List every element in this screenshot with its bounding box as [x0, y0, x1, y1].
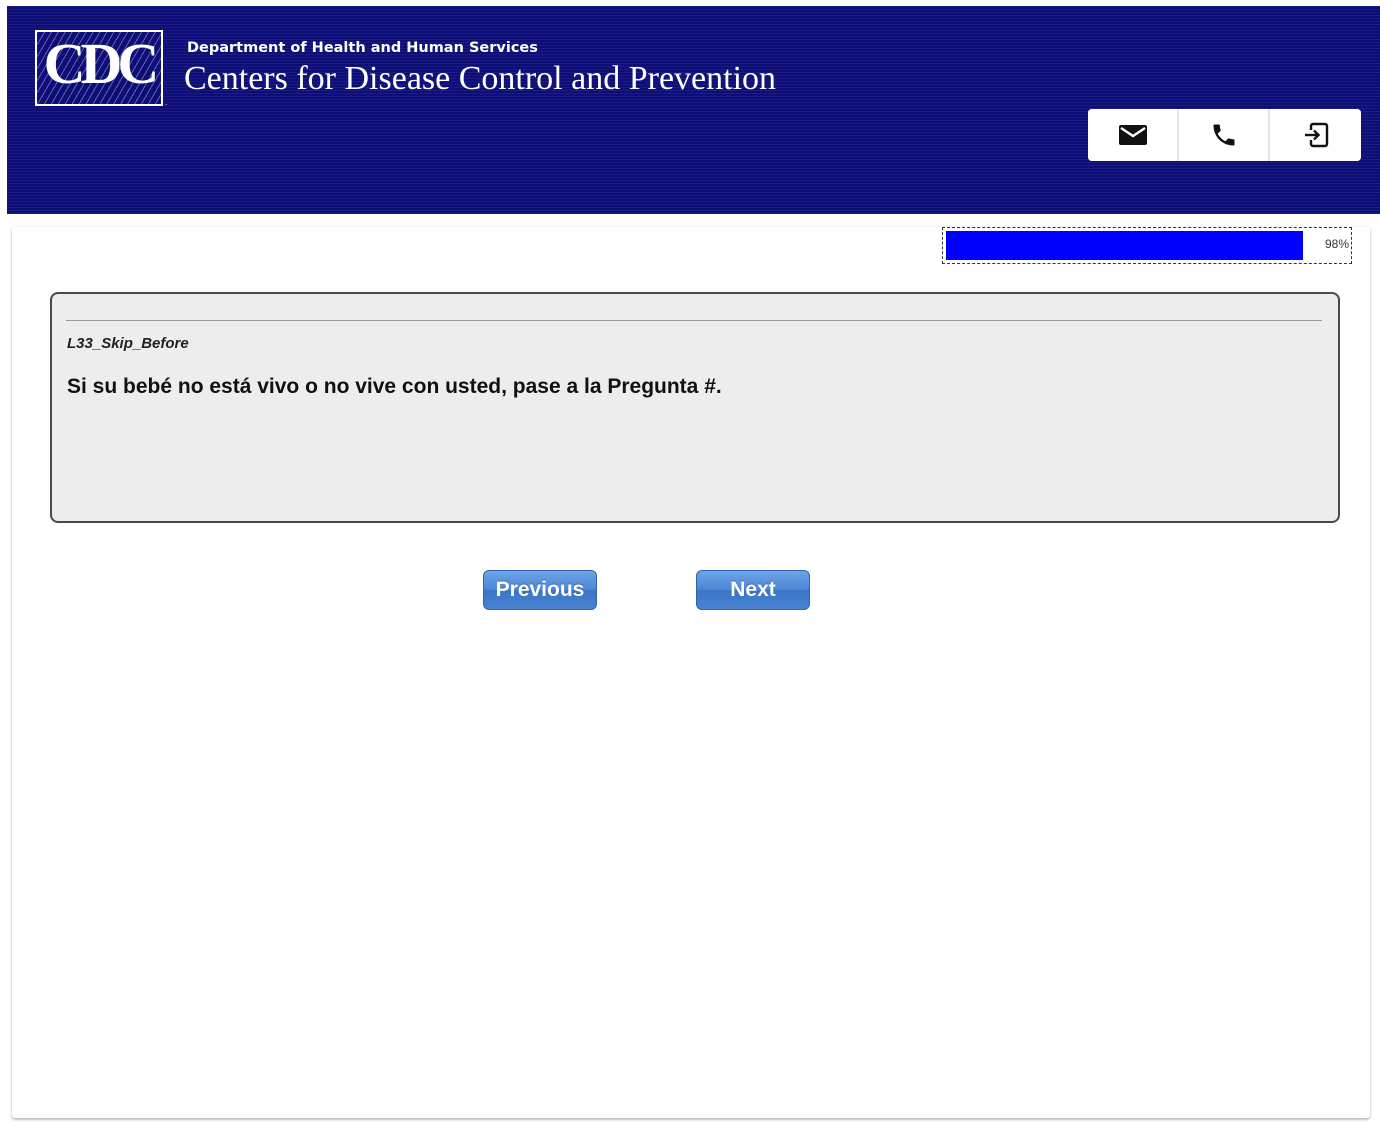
sign-out-icon — [1304, 122, 1328, 148]
next-button[interactable]: Next — [696, 570, 810, 610]
logo-trademark: . — [165, 98, 168, 107]
mail-icon — [1118, 125, 1147, 145]
phone-icon — [1213, 124, 1234, 146]
survey-card: 98% L33_Skip_Before Si su bebé no está v… — [12, 227, 1370, 1118]
question-id: L33_Skip_Before — [67, 335, 189, 352]
header-actions — [1088, 109, 1361, 161]
cdc-logo: CDC — [35, 30, 163, 106]
email-button[interactable] — [1088, 109, 1179, 161]
department-name: Department of Health and Human Services — [187, 40, 538, 56]
question-text: Si su bebé no está vivo o no vive con us… — [67, 375, 722, 398]
previous-button[interactable]: Previous — [483, 570, 597, 610]
progress-bar: 98% — [942, 227, 1352, 264]
cdc-logo-text: CDC — [43, 31, 160, 96]
question-divider — [66, 320, 1322, 321]
progress-track — [946, 231, 1348, 260]
agency-name: Centers for Disease Control and Preventi… — [184, 60, 777, 97]
question-box: L33_Skip_Before Si su bebé no está vivo … — [50, 292, 1340, 523]
progress-fill — [946, 231, 1303, 260]
sign-out-button[interactable] — [1270, 109, 1361, 161]
site-header: CDC . Department of Health and Human Ser… — [7, 6, 1380, 214]
phone-button[interactable] — [1179, 109, 1270, 161]
progress-percent: 98% — [1324, 237, 1349, 251]
